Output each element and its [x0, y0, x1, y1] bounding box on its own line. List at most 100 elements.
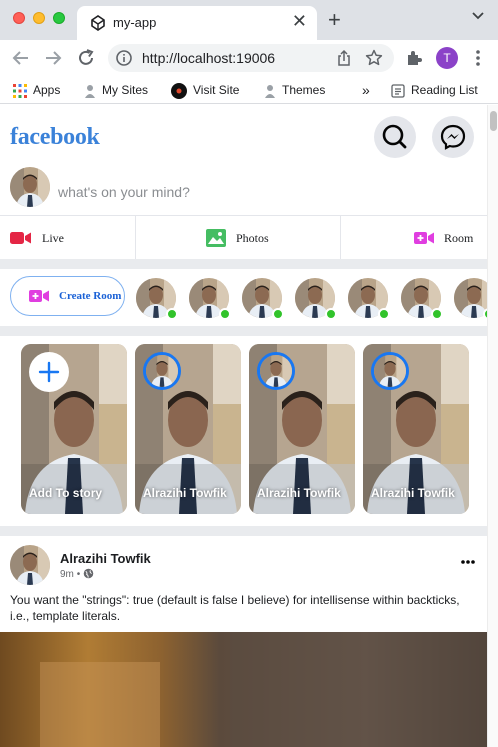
- photo-icon: [206, 229, 226, 247]
- avatar-photo: [10, 167, 50, 207]
- post-composer: what's on your mind?: [0, 165, 488, 215]
- reading-list[interactable]: Reading List: [391, 81, 491, 99]
- status-input[interactable]: what's on your mind?: [58, 184, 190, 200]
- post-photo: [0, 632, 488, 747]
- avatar-photo: [10, 545, 50, 585]
- site-info-icon[interactable]: [114, 48, 134, 68]
- tab-close-icon[interactable]: ✕: [292, 11, 307, 31]
- live-label: Live: [42, 231, 64, 245]
- video-camera-icon: [10, 232, 31, 244]
- reload-icon[interactable]: [74, 46, 98, 70]
- browser-tab[interactable]: my-app ✕: [77, 6, 317, 40]
- more-vertical-icon[interactable]: [472, 48, 484, 68]
- profile-avatar[interactable]: T: [436, 47, 458, 69]
- back-arrow-icon[interactable]: [9, 46, 33, 70]
- chevron-down-icon[interactable]: [472, 12, 484, 20]
- scrollbar-thumb[interactable]: [490, 111, 497, 131]
- story-avatar: [257, 352, 295, 390]
- add-story-card[interactable]: Add To story: [21, 344, 127, 514]
- messenger-icon: [440, 124, 466, 150]
- bookmark-label: Visit Site: [193, 83, 240, 97]
- app-header: facebook: [0, 105, 488, 165]
- online-status-dot: [219, 308, 231, 320]
- share-icon[interactable]: [334, 48, 354, 68]
- online-status-dot: [272, 308, 284, 320]
- browser-tab-bar: my-app ✕ +: [0, 0, 498, 40]
- avatar-photo: [146, 355, 178, 387]
- browser-toolbar: http://localhost:19006 T: [0, 40, 498, 76]
- online-status-dot: [378, 308, 390, 320]
- composer-actions: Live Photos Room: [0, 215, 488, 260]
- video-room-icon: [29, 290, 49, 302]
- story-card[interactable]: Alrazihi Towfik: [249, 344, 355, 514]
- meta-separator: •: [76, 569, 81, 580]
- room-button[interactable]: Room: [341, 216, 488, 260]
- post-meta: 9m •: [60, 568, 94, 580]
- messenger-button[interactable]: [432, 116, 474, 158]
- bookmark-themes[interactable]: Themes: [264, 81, 325, 99]
- avatar-photo: [374, 355, 406, 387]
- tab-title: my-app: [113, 15, 157, 30]
- globe-icon: [83, 568, 94, 579]
- page-scrollbar[interactable]: [487, 105, 498, 747]
- post-author[interactable]: Alrazihi Towfik: [60, 551, 151, 566]
- bookmark-label: Themes: [282, 83, 326, 97]
- post-time[interactable]: 9m: [60, 569, 74, 580]
- facebook-logo[interactable]: facebook: [10, 124, 100, 151]
- address-bar[interactable]: http://localhost:19006: [108, 44, 394, 72]
- story-avatar: [143, 352, 181, 390]
- video-room-icon: [414, 232, 434, 244]
- url-text[interactable]: http://localhost:19006: [142, 50, 275, 66]
- search-button[interactable]: [374, 116, 416, 158]
- story-name: Alrazihi Towfik: [257, 486, 341, 500]
- live-button[interactable]: Live: [0, 216, 135, 260]
- minimize-window-button[interactable]: [33, 12, 45, 24]
- story-avatar: [371, 352, 409, 390]
- story-name: Add To story: [29, 486, 103, 500]
- avatar-photo: [260, 355, 292, 387]
- online-status-dot: [325, 308, 337, 320]
- bookmark-my-sites[interactable]: My Sites: [84, 81, 148, 99]
- stories-row: Add To story Alrazihi Towfik Alrazihi To…: [0, 336, 488, 526]
- site-logo-icon: [171, 82, 187, 99]
- post-author-avatar[interactable]: [10, 545, 50, 585]
- reading-list-icon: [391, 84, 405, 98]
- feed-post: Alrazihi Towfik 9m • You want the "strin…: [0, 535, 488, 747]
- bookmark-visit-site[interactable]: Visit Site: [171, 81, 239, 99]
- photos-button[interactable]: Photos: [136, 216, 340, 260]
- bookmark-apps[interactable]: Apps: [13, 81, 60, 99]
- create-room-button[interactable]: Create Room: [10, 276, 125, 316]
- more-horizontal-icon[interactable]: [460, 559, 476, 565]
- add-story-button[interactable]: [29, 352, 69, 392]
- extensions-puzzle-icon[interactable]: [404, 48, 424, 68]
- create-room-label: Create Room: [59, 290, 122, 302]
- online-status-dot: [431, 308, 443, 320]
- rooms-row: Create Room: [0, 268, 488, 326]
- post-text: You want the "strings": true (default is…: [10, 593, 460, 623]
- story-card[interactable]: Alrazihi Towfik: [135, 344, 241, 514]
- page-viewport: facebook what's on your mind? Live Photo…: [0, 105, 488, 747]
- more-bookmarks-chevron[interactable]: »: [362, 81, 370, 99]
- online-status-dot: [166, 308, 178, 320]
- room-label: Room: [444, 231, 474, 245]
- expo-favicon-icon: [91, 15, 105, 31]
- plus-icon: [38, 361, 60, 383]
- story-card[interactable]: Alrazihi Towfik: [363, 344, 469, 514]
- post-image[interactable]: [0, 632, 488, 747]
- zoom-window-button[interactable]: [53, 12, 65, 24]
- forward-arrow-icon[interactable]: [41, 46, 65, 70]
- bookmark-label: Apps: [33, 83, 61, 97]
- close-window-button[interactable]: [13, 12, 25, 24]
- bookmarks-bar: Apps My Sites Visit Site Themes » Readin…: [0, 76, 498, 104]
- photos-label: Photos: [236, 231, 269, 245]
- new-tab-button[interactable]: +: [328, 8, 341, 32]
- person-icon: [85, 84, 95, 98]
- story-name: Alrazihi Towfik: [371, 486, 455, 500]
- bookmark-star-icon[interactable]: [364, 48, 384, 68]
- bookmark-label: My Sites: [102, 83, 149, 97]
- section-gap: [0, 326, 488, 336]
- person-icon: [265, 84, 275, 98]
- story-name: Alrazihi Towfik: [143, 486, 227, 500]
- reading-list-label: Reading List: [411, 83, 478, 97]
- user-avatar[interactable]: [10, 167, 50, 207]
